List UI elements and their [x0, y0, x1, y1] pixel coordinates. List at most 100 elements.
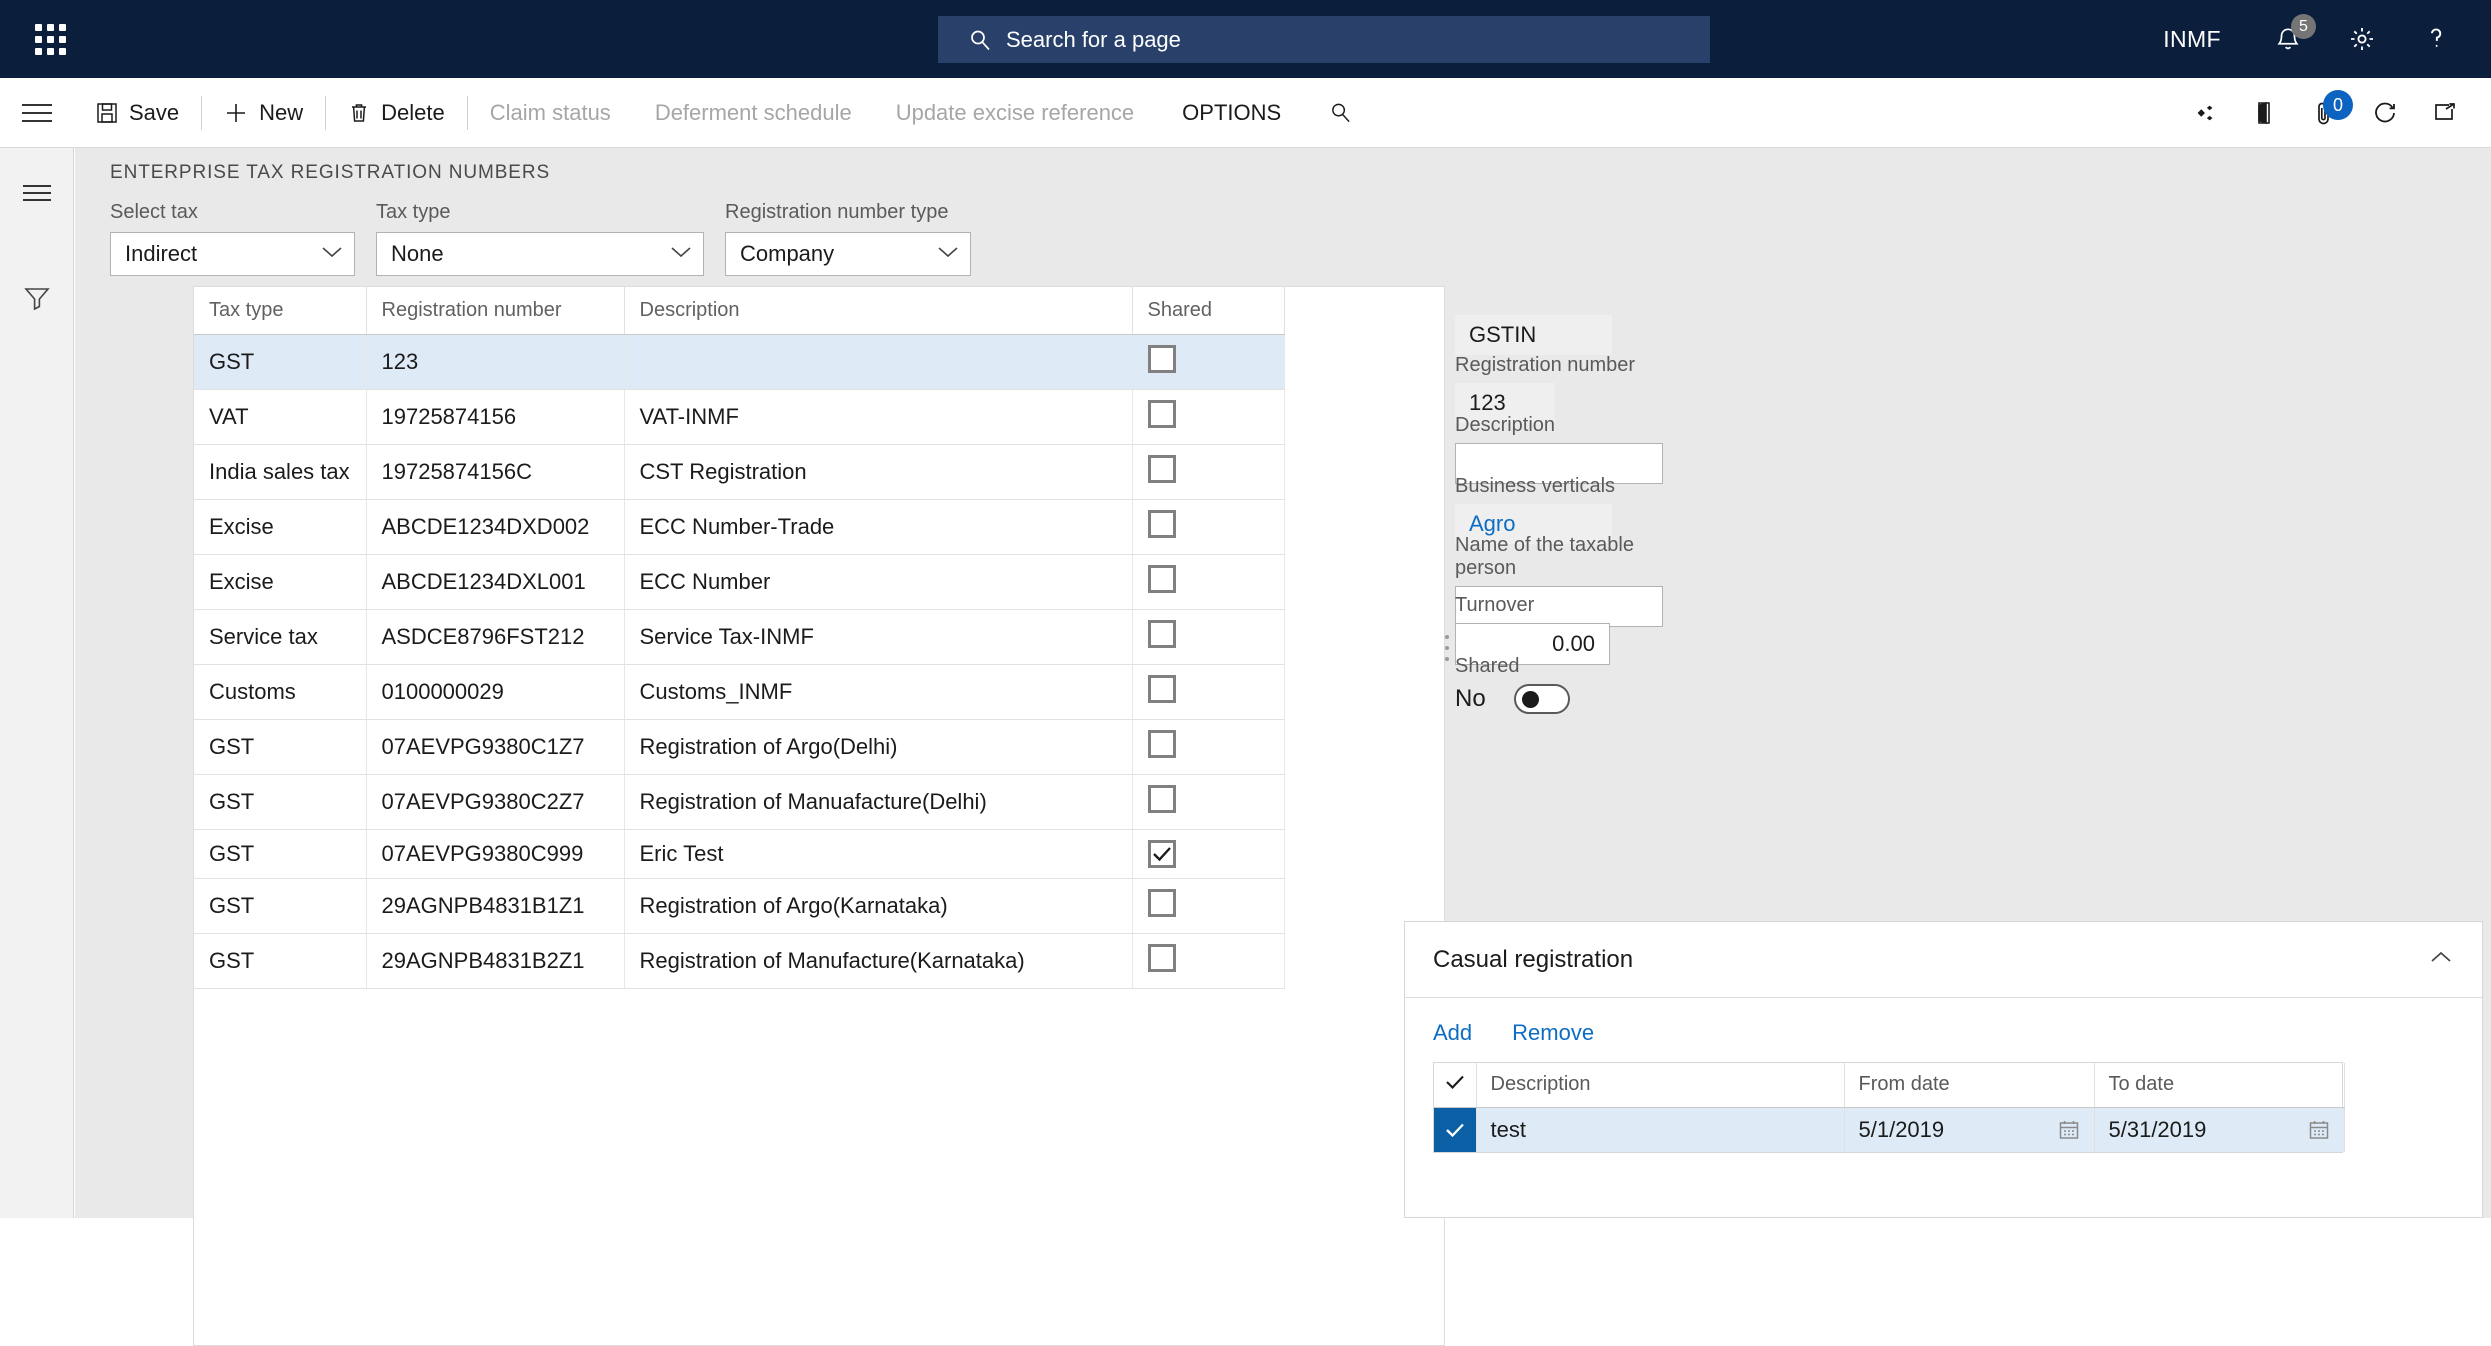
new-button[interactable]: New — [202, 78, 325, 148]
cell-from-date[interactable]: 5/1/2019 — [1844, 1107, 2095, 1152]
row-select-checkbox[interactable] — [1434, 1107, 1476, 1152]
table-row[interactable]: India sales tax 19725874156C CST Registrat… — [194, 444, 1285, 500]
table-row[interactable]: VAT 19725874156 VAT-INMF — [194, 389, 1285, 445]
cell-description[interactable]: Eric Test — [624, 829, 1133, 879]
casual-registration-header[interactable]: Casual registration — [1405, 922, 2482, 998]
cell-shared[interactable] — [1132, 609, 1285, 665]
app-launcher-button[interactable] — [14, 23, 86, 55]
cell-tax-type[interactable]: India sales tax — [194, 444, 367, 500]
cell-registration-number[interactable]: 123 — [366, 334, 625, 390]
cell-tax-type[interactable]: GST — [194, 933, 367, 989]
cell-shared[interactable] — [1132, 444, 1285, 500]
cell-select[interactable] — [1434, 1107, 1477, 1152]
chevron-up-icon[interactable] — [2428, 949, 2454, 970]
shared-checkbox[interactable] — [1147, 785, 1176, 813]
navigation-menu-button[interactable] — [0, 78, 74, 148]
shared-checkbox[interactable] — [1147, 944, 1176, 972]
remove-button[interactable]: Remove — [1512, 1020, 1594, 1046]
filter-pane-button[interactable] — [0, 238, 74, 358]
column-header-description[interactable]: Description — [1476, 1063, 1845, 1108]
cell-tax-type[interactable]: Service tax — [194, 609, 367, 665]
cell-to-date[interactable]: 5/31/2019 — [2094, 1107, 2345, 1152]
shared-checkbox[interactable] — [1147, 345, 1176, 373]
cell-tax-type[interactable]: Excise — [194, 554, 367, 610]
shared-checkbox[interactable] — [1147, 840, 1176, 868]
cell-description[interactable]: Customs_INMF — [624, 664, 1133, 720]
cell-shared[interactable] — [1132, 878, 1285, 934]
save-button[interactable]: Save — [74, 78, 201, 148]
table-row[interactable]: Excise ABCDE1234DXD002 ECC Number-Trade — [194, 499, 1285, 555]
notifications-button[interactable]: 5 — [2251, 0, 2325, 78]
table-row[interactable]: test 5/1/2019 5/31/2019 — [1434, 1107, 2345, 1152]
column-header-to-date[interactable]: To date — [2094, 1063, 2345, 1108]
global-search-input[interactable]: Search for a page — [938, 16, 1710, 63]
cell-shared[interactable] — [1132, 933, 1285, 989]
cell-registration-number[interactable]: 19725874156C — [366, 444, 625, 500]
cell-description[interactable]: Registration of Manuafacture(Delhi) — [624, 774, 1133, 830]
table-row[interactable]: GST 123 — [194, 334, 1285, 390]
cell-registration-number[interactable]: 19725874156 — [366, 389, 625, 445]
open-in-office-button[interactable] — [2235, 78, 2295, 148]
column-header-select[interactable] — [1434, 1063, 1477, 1108]
cell-tax-type[interactable]: GST — [194, 829, 367, 879]
cell-description[interactable]: VAT-INMF — [624, 389, 1133, 445]
refresh-button[interactable] — [2355, 78, 2415, 148]
related-information-button[interactable] — [2175, 78, 2235, 148]
cell-shared[interactable] — [1132, 389, 1285, 445]
tax-type-dropdown[interactable]: None — [376, 232, 704, 276]
cell-tax-type[interactable]: GST — [194, 878, 367, 934]
column-header-tax-type[interactable]: Tax type — [194, 287, 367, 335]
cell-description[interactable]: Registration of Argo(Delhi) — [624, 719, 1133, 775]
rail-expand-button[interactable] — [0, 148, 74, 238]
update-excise-reference-button[interactable]: Update excise reference — [874, 78, 1156, 148]
claim-status-button[interactable]: Claim status — [468, 78, 633, 148]
cell-shared[interactable] — [1132, 664, 1285, 720]
shared-checkbox[interactable] — [1147, 400, 1176, 428]
cell-description[interactable]: test — [1476, 1107, 1845, 1152]
options-tab[interactable]: OPTIONS — [1156, 78, 1307, 148]
cell-shared[interactable] — [1132, 829, 1285, 879]
column-header-from-date[interactable]: From date — [1844, 1063, 2095, 1108]
cell-registration-number[interactable]: 07AEVPG9380C2Z7 — [366, 774, 625, 830]
add-button[interactable]: Add — [1433, 1020, 1472, 1046]
deferment-schedule-button[interactable]: Deferment schedule — [633, 78, 874, 148]
table-row[interactable]: Excise ABCDE1234DXL001 ECC Number — [194, 554, 1285, 610]
cell-registration-number[interactable]: 07AEVPG9380C1Z7 — [366, 719, 625, 775]
cell-description[interactable]: ECC Number-Trade — [624, 499, 1133, 555]
cell-registration-number[interactable]: 29AGNPB4831B2Z1 — [366, 933, 625, 989]
shared-checkbox[interactable] — [1147, 455, 1176, 483]
cell-registration-number[interactable]: ABCDE1234DXL001 — [366, 554, 625, 610]
table-row[interactable]: GST 29AGNPB4831B1Z1 Registration of Argo(K… — [194, 878, 1285, 934]
pane-search-button[interactable] — [1307, 78, 1374, 148]
shared-checkbox[interactable] — [1147, 565, 1176, 593]
column-header-description[interactable]: Description — [624, 287, 1133, 335]
cell-tax-type[interactable]: GST — [194, 774, 367, 830]
column-header-shared[interactable]: Shared — [1132, 287, 1285, 335]
registration-type-header-value[interactable]: GSTIN — [1455, 315, 1612, 355]
cell-registration-number[interactable]: 07AEVPG9380C999 — [366, 829, 625, 879]
shared-checkbox[interactable] — [1147, 889, 1176, 917]
registration-number-type-dropdown[interactable]: Company — [725, 232, 971, 276]
cell-tax-type[interactable]: GST — [194, 719, 367, 775]
delete-button[interactable]: Delete — [326, 78, 467, 148]
cell-shared[interactable] — [1132, 774, 1285, 830]
cell-registration-number[interactable]: 0100000029 — [366, 664, 625, 720]
table-row[interactable]: Customs 0100000029 Customs_INMF — [194, 664, 1285, 720]
column-header-registration-number[interactable]: Registration number — [366, 287, 625, 335]
cell-registration-number[interactable]: ASDCE8796FST212 — [366, 609, 625, 665]
cell-shared[interactable] — [1132, 719, 1285, 775]
table-row[interactable]: GST 07AEVPG9380C999 Eric Test — [194, 829, 1285, 879]
open-in-new-window-button[interactable] — [2415, 78, 2475, 148]
cell-description[interactable] — [624, 334, 1133, 390]
shared-toggle[interactable] — [1513, 684, 1570, 714]
select-tax-dropdown[interactable]: Indirect — [110, 232, 355, 276]
cell-shared[interactable] — [1132, 554, 1285, 610]
shared-checkbox[interactable] — [1147, 675, 1176, 703]
shared-checkbox[interactable] — [1147, 730, 1176, 758]
shared-checkbox[interactable] — [1147, 510, 1176, 538]
settings-button[interactable] — [2325, 0, 2399, 78]
table-row[interactable]: Service tax ASDCE8796FST212 Service Tax-IN… — [194, 609, 1285, 665]
cell-shared[interactable] — [1132, 499, 1285, 555]
cell-description[interactable]: Registration of Manufacture(Karnataka) — [624, 933, 1133, 989]
cell-tax-type[interactable]: Excise — [194, 499, 367, 555]
